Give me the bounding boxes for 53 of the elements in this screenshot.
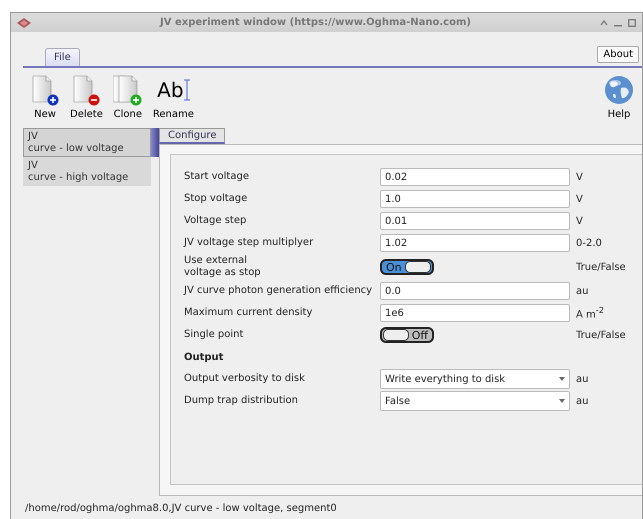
setting-label: Start voltage xyxy=(184,171,250,183)
unit-label: A m$^{-2}$ xyxy=(576,305,606,321)
unit-label: au xyxy=(576,286,590,296)
unit-label: V xyxy=(576,216,584,226)
sidebar-item[interactable]: JV curve - low voltage xyxy=(23,128,151,157)
setting-label: JV voltage step multiplyer xyxy=(184,237,314,249)
maximize-chevron-icon[interactable] xyxy=(600,20,608,26)
section-heading: Output xyxy=(184,352,224,362)
toggle-switch[interactable]: On xyxy=(380,259,434,275)
setting-label: Maximum current density xyxy=(184,307,314,319)
selection-indicator xyxy=(151,128,159,157)
unit-label: True/False xyxy=(576,262,627,272)
clone-file-icon xyxy=(112,74,143,106)
value-field[interactable]: 1e6 xyxy=(380,304,570,322)
setting-label: Voltage step xyxy=(184,215,248,227)
delete-file-icon xyxy=(71,74,102,106)
toolbar-button[interactable]: New xyxy=(27,74,63,120)
toolbar-button[interactable]: Ab Rename xyxy=(150,74,197,120)
window-title: JV experiment window (https://www.Oghma-Nano.com) xyxy=(158,17,472,28)
file-tab[interactable]: File xyxy=(45,48,80,66)
restore-icon[interactable] xyxy=(628,18,636,26)
dropdown[interactable]: Write everything to disk xyxy=(380,369,570,389)
unit-label: au xyxy=(576,396,590,406)
toggle-switch[interactable]: Off xyxy=(380,327,434,343)
unit-label: au xyxy=(576,374,590,384)
new-file-icon xyxy=(30,74,60,106)
value-field[interactable]: 0.01 xyxy=(380,212,570,230)
toolbar-button[interactable]: Delete xyxy=(67,74,106,120)
configure-tab[interactable]: Configure xyxy=(159,128,226,144)
sidebar-item[interactable]: JV curve - high voltage xyxy=(23,157,151,186)
setting-label: Use external voltage as stop xyxy=(184,255,262,279)
setting-label: Output verbosity to disk xyxy=(184,373,306,385)
globe-icon xyxy=(603,74,635,106)
unit-label: V xyxy=(576,172,584,182)
app-logo-icon xyxy=(17,18,31,28)
setting-label: JV curve photon generation efficiency xyxy=(184,285,374,297)
setting-label: Dump trap distribution xyxy=(184,395,299,407)
unit-label: V xyxy=(576,194,584,204)
value-field[interactable]: 0.02 xyxy=(380,168,570,186)
setting-label: Stop voltage xyxy=(184,193,248,205)
unit-label: 0-2.0 xyxy=(576,238,603,248)
value-field[interactable]: 0.0 xyxy=(380,282,570,300)
dropdown-arrow-icon xyxy=(559,399,565,403)
unit-label: True/False xyxy=(576,330,627,340)
help-button[interactable]: Help xyxy=(600,74,638,120)
status-text: /home/rod/oghma/oghma8.0,JV curve - low voltage, segment0 xyxy=(25,502,337,514)
dropdown-arrow-icon xyxy=(559,377,565,381)
value-field[interactable]: 1.02 xyxy=(380,234,570,252)
dropdown[interactable]: False xyxy=(380,391,570,411)
value-field[interactable]: 1.0 xyxy=(380,190,570,208)
about-button[interactable]: About xyxy=(597,46,639,63)
toolbar-button[interactable]: Clone xyxy=(110,74,146,120)
setting-label: Single point xyxy=(184,329,244,341)
